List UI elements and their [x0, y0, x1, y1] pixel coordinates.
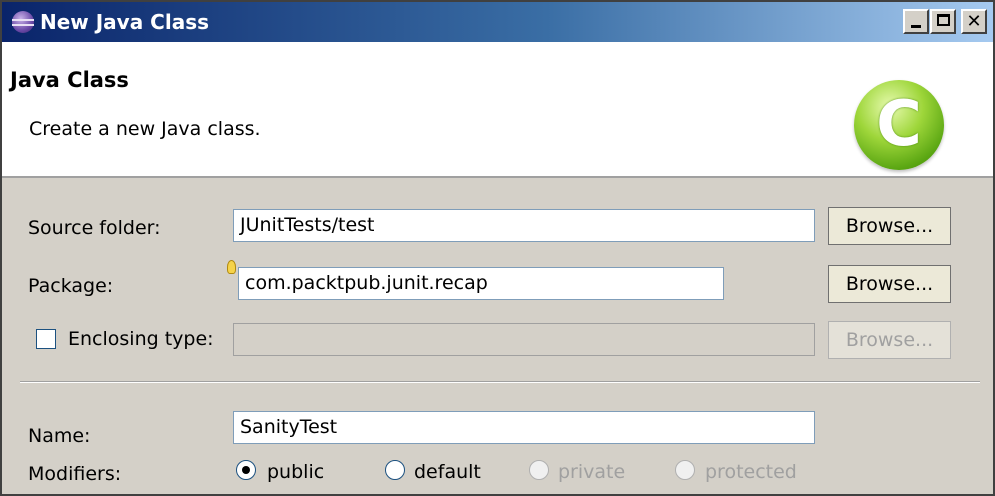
- close-icon: ✕: [966, 11, 982, 32]
- close-button[interactable]: ✕: [961, 9, 987, 34]
- enclosing-type-browse-button: Browse...: [828, 321, 951, 359]
- source-folder-browse-button[interactable]: Browse...: [828, 207, 951, 245]
- package-browse-button[interactable]: Browse...: [828, 265, 951, 303]
- modifier-public-label: public: [267, 461, 325, 483]
- new-java-class-dialog: New Java Class ✕ Java Class Create a new…: [0, 0, 995, 496]
- enclosing-type-checkbox[interactable]: [36, 329, 56, 349]
- minimize-button[interactable]: [903, 9, 929, 34]
- page-description: Create a new Java class.: [29, 118, 261, 140]
- window-title: New Java Class: [40, 10, 210, 34]
- source-folder-field[interactable]: JUnitTests/test: [233, 209, 815, 242]
- maximize-button[interactable]: [930, 9, 956, 34]
- maximize-icon: [937, 14, 950, 26]
- package-label: Package:: [28, 275, 114, 297]
- modifier-protected-label: protected: [705, 461, 797, 483]
- modifier-protected-radio: [675, 460, 695, 480]
- modifier-private-label: private: [558, 461, 626, 483]
- java-class-icon: C: [854, 80, 944, 170]
- source-folder-label: Source folder:: [28, 217, 161, 239]
- package-field[interactable]: com.packtpub.junit.recap: [238, 267, 724, 300]
- name-field[interactable]: SanityTest: [233, 411, 815, 444]
- modifier-public-radio[interactable]: [236, 460, 256, 480]
- wizard-header: Java Class Create a new Java class. C: [2, 42, 993, 178]
- enclosing-type-field: [233, 323, 815, 356]
- content-assist-hint-icon: [227, 260, 236, 274]
- modifier-private-radio: [529, 460, 549, 480]
- title-bar: New Java Class ✕: [2, 2, 993, 42]
- modifiers-label: Modifiers:: [28, 463, 122, 485]
- enclosing-type-label: Enclosing type:: [68, 328, 214, 350]
- page-title: Java Class: [10, 68, 129, 92]
- eclipse-icon: [12, 11, 34, 33]
- modifier-default-radio[interactable]: [385, 460, 405, 480]
- separator: [20, 381, 980, 383]
- minimize-icon: [911, 25, 921, 28]
- modifier-default-label: default: [414, 461, 481, 483]
- name-label: Name:: [28, 425, 91, 447]
